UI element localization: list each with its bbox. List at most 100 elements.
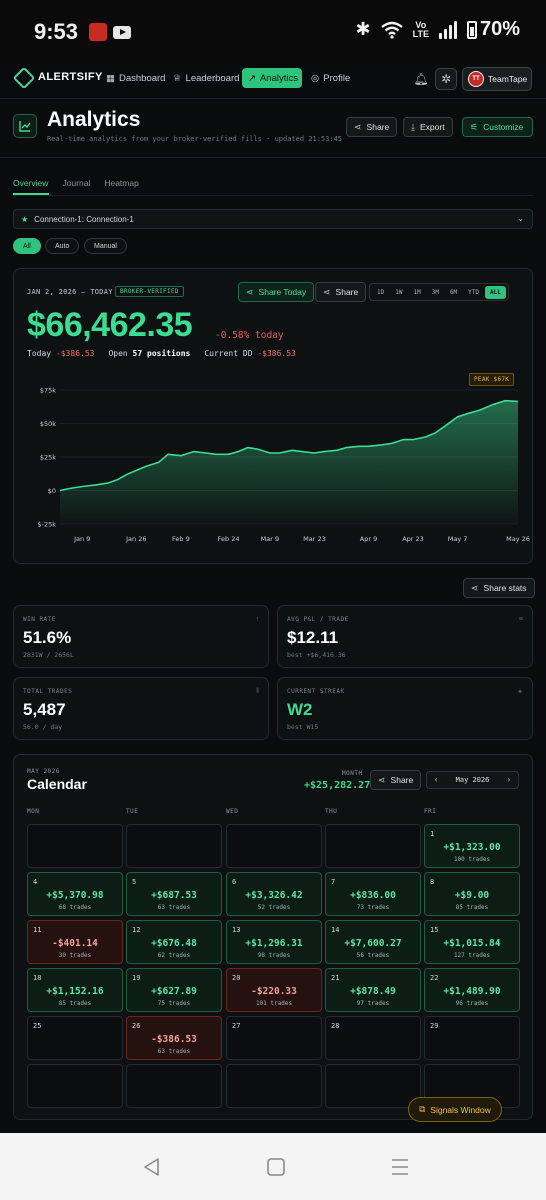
- nav-leaderboard[interactable]: ♕ Leaderboard: [167, 68, 245, 88]
- user-menu-button[interactable]: TT TeamTape: [462, 67, 532, 91]
- day-number: 12: [132, 926, 141, 934]
- tab-heatmap[interactable]: Heatmap: [104, 178, 139, 188]
- range-ytd[interactable]: YTD: [463, 286, 484, 299]
- range-6m[interactable]: 6M: [445, 286, 462, 299]
- calendar-day[interactable]: 5 +$687.53 63 trades: [126, 872, 222, 916]
- calendar-day[interactable]: [126, 1064, 222, 1108]
- tab-overview[interactable]: Overview: [13, 178, 48, 188]
- notifications-button[interactable]: 🔔︎: [410, 68, 432, 90]
- calendar-day[interactable]: 21 +$878.49 97 trades: [325, 968, 421, 1012]
- x-tick-label: Apr 23: [402, 535, 424, 543]
- share-icon: ⋖: [378, 774, 386, 785]
- day-pnl: +$9.00: [454, 890, 490, 901]
- share-button-label: Share: [366, 122, 390, 132]
- nav-dashboard[interactable]: ▦ Dashboard: [100, 68, 171, 88]
- day-pnl: +$687.53: [151, 890, 197, 901]
- equity-value: $66,462.35: [27, 306, 193, 344]
- range-all[interactable]: ALL: [485, 285, 506, 299]
- day-trades: 62 trades: [157, 952, 191, 959]
- day-number: 28: [331, 1022, 340, 1030]
- day-number: 21: [331, 974, 340, 982]
- customize-button[interactable]: ⚟ Customize: [462, 117, 533, 137]
- calendar-day[interactable]: 20 -$220.33 101 trades: [226, 968, 322, 1012]
- signals-window-button[interactable]: ⧉ Signals Window: [408, 1097, 502, 1122]
- day-trades: 75 trades: [157, 1000, 191, 1007]
- share-today-button[interactable]: ⋖ Share Today: [238, 282, 315, 302]
- filter-all[interactable]: All: [13, 238, 41, 254]
- stat-card-total-trades: TOTAL TRADES ‖ 5,487 56.0 / day: [13, 677, 269, 740]
- calendar-day[interactable]: 14 +$7,600.27 56 trades: [325, 920, 421, 964]
- x-tick-label: May 7: [448, 535, 468, 543]
- calendar-day[interactable]: [325, 824, 421, 868]
- calendar-day[interactable]: 13 +$1,296.31 98 trades: [226, 920, 322, 964]
- system-nav-bar: [0, 1133, 546, 1200]
- nav-profile-label: Profile: [323, 72, 351, 84]
- calendar-day[interactable]: 4 +$5,370.98 68 trades: [27, 872, 123, 916]
- range-1m[interactable]: 1M: [408, 286, 425, 299]
- calendar-day[interactable]: 27: [226, 1016, 322, 1060]
- calendar-day[interactable]: 11 -$401.14 30 trades: [27, 920, 123, 964]
- share-stats-button[interactable]: ⋖ Share stats: [463, 578, 535, 598]
- calendar-day[interactable]: 19 +$627.89 75 trades: [126, 968, 222, 1012]
- calendar-day[interactable]: 8 +$9.00 85 trades: [424, 872, 520, 916]
- export-button[interactable]: ⤓ Export: [403, 117, 453, 137]
- calendar-day[interactable]: [126, 824, 222, 868]
- x-tick-label: Feb 9: [172, 535, 190, 543]
- debug-button[interactable]: ✲: [435, 68, 457, 90]
- stat-label: AVG P&L / TRADE: [287, 616, 349, 623]
- filter-manual[interactable]: Manual: [84, 238, 127, 254]
- stat-value: $12.11: [287, 628, 339, 647]
- calendar-day[interactable]: [27, 824, 123, 868]
- today-value: -$386.53: [55, 349, 95, 358]
- share-button[interactable]: ⋖ Share: [346, 117, 398, 137]
- connection-select[interactable]: ★ Connection-1: Connection-1 ⌄: [13, 209, 533, 229]
- calendar-day[interactable]: 1 +$1,323.00 100 trades: [424, 824, 520, 868]
- back-icon[interactable]: [142, 1157, 162, 1177]
- calendar-day[interactable]: 22 +$1,489.90 96 trades: [424, 968, 520, 1012]
- calendar-day[interactable]: 28: [325, 1016, 421, 1060]
- sliders-icon: ⚟: [470, 121, 479, 132]
- calendar-day[interactable]: [226, 1064, 322, 1108]
- calendar-day[interactable]: [325, 1064, 421, 1108]
- share-icon: ⋖: [471, 582, 479, 593]
- brand-name[interactable]: ALERTSIFY: [38, 71, 103, 83]
- day-number: 20: [232, 974, 241, 982]
- calendar-share-button[interactable]: ⋖ Share: [370, 770, 422, 790]
- connection-label: Connection-1: Connection-1: [34, 214, 134, 224]
- brand-logo-icon: [12, 66, 36, 90]
- calendar-day[interactable]: 7 +$836.00 73 trades: [325, 872, 421, 916]
- stat-value: W2: [287, 700, 313, 719]
- calendar-day[interactable]: 18 +$1,152.16 85 trades: [27, 968, 123, 1012]
- day-trades: 52 trades: [257, 904, 291, 911]
- day-pnl: +$3,326.42: [245, 890, 303, 901]
- calendar-day[interactable]: 6 +$3,326.42 52 trades: [226, 872, 322, 916]
- equity-share-button[interactable]: ⋖ Share: [315, 282, 367, 302]
- status-bar: 9:53 ✱ Vo LTE 70%: [0, 0, 546, 64]
- share-today-label: Share Today: [258, 287, 307, 297]
- chevron-left-icon[interactable]: ‹: [434, 776, 438, 784]
- weekday-tue: TUE: [126, 808, 139, 815]
- calendar-month-label: MAY 2026: [27, 768, 60, 775]
- range-1d[interactable]: 1D: [372, 286, 389, 299]
- share-stats-label: Share stats: [483, 583, 527, 593]
- calendar-day[interactable]: 29: [424, 1016, 520, 1060]
- weekday-fri: FRI: [424, 808, 437, 815]
- calendar-day[interactable]: 25: [27, 1016, 123, 1060]
- calendar-day[interactable]: 12 +$676.48 62 trades: [126, 920, 222, 964]
- day-trades: 101 trades: [255, 1000, 293, 1007]
- range-1w[interactable]: 1W: [390, 286, 407, 299]
- calendar-day[interactable]: 15 +$1,015.84 127 trades: [424, 920, 520, 964]
- calendar-day[interactable]: 26 -$386.53 63 trades: [126, 1016, 222, 1060]
- avatar: TT: [468, 71, 484, 87]
- range-3m[interactable]: 3M: [427, 286, 444, 299]
- calendar-day[interactable]: [27, 1064, 123, 1108]
- home-icon[interactable]: [266, 1157, 286, 1177]
- chevron-right-icon[interactable]: ›: [507, 776, 511, 784]
- recents-icon[interactable]: [390, 1157, 410, 1177]
- nav-profile[interactable]: ◎ Profile: [305, 68, 356, 88]
- tab-journal[interactable]: Journal: [62, 178, 90, 188]
- nav-analytics[interactable]: ↗ Analytics: [242, 68, 302, 88]
- calendar-day[interactable]: [226, 824, 322, 868]
- filter-auto[interactable]: Auto: [45, 238, 80, 254]
- status-icons: ✱ Vo LTE 70%: [356, 18, 520, 41]
